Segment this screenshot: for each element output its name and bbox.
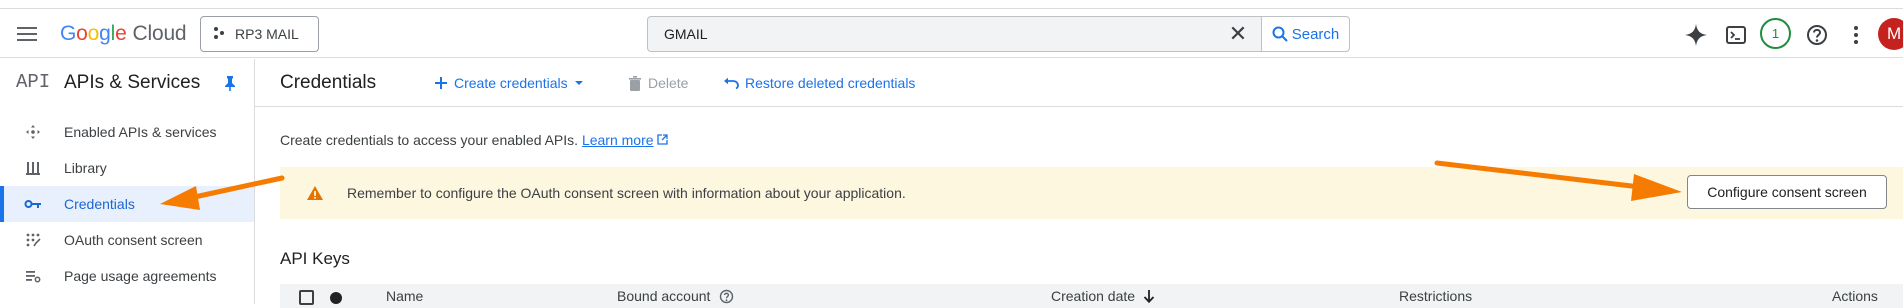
main-menu-icon[interactable] [14, 23, 40, 45]
top-bar: GoogleCloud RP3 MAIL ✕ Search 1 M [0, 8, 1903, 58]
plus-icon [435, 77, 447, 89]
column-bound-account: Bound account [617, 288, 734, 304]
sidebar-item-page-usage[interactable]: Page usage agreements [0, 258, 254, 294]
avatar[interactable]: M [1878, 18, 1903, 50]
search-box: ✕ Search [647, 16, 1350, 52]
help-icon[interactable] [719, 289, 734, 304]
project-picker-button[interactable]: RP3 MAIL [200, 16, 319, 52]
column-creation-date-label: Creation date [1051, 288, 1136, 304]
external-link-icon [657, 134, 669, 145]
create-credentials-button[interactable]: Create credentials [434, 72, 584, 94]
sort-descending-icon [1143, 290, 1155, 303]
column-name[interactable]: Name [386, 288, 423, 304]
sidebar-item-label: OAuth consent screen [64, 232, 203, 248]
column-actions: Actions [1832, 288, 1878, 304]
pin-icon[interactable] [221, 74, 239, 92]
api-keys-heading: API Keys [280, 249, 350, 268]
search-button-label: Search [1291, 25, 1340, 43]
search-input[interactable] [648, 17, 1258, 51]
logo-cloud-text: Cloud [132, 22, 187, 45]
sidebar-item-label: Enabled APIs & services [64, 124, 217, 140]
sidebar-item-label: Credentials [64, 196, 135, 212]
select-all-checkbox[interactable] [299, 290, 314, 305]
sidebar-title: APIs & Services [64, 72, 201, 93]
project-dots-icon [213, 26, 225, 43]
caret-down-icon [574, 81, 583, 85]
sidebar-item-oauth-consent[interactable]: OAuth consent screen [0, 222, 254, 258]
toolbar-divider [255, 106, 1903, 107]
help-icon[interactable] [1804, 22, 1830, 48]
sidebar-item-library[interactable]: Library [0, 150, 254, 186]
notifications-badge[interactable]: 1 [1760, 18, 1791, 49]
key-icon [24, 195, 42, 213]
oauth-warning-banner: Remember to configure the OAuth consent … [280, 167, 1903, 219]
configure-consent-screen-button[interactable]: Configure consent screen [1687, 175, 1887, 209]
warning-icon [306, 184, 324, 202]
trash-icon [629, 75, 641, 91]
settings-list-icon [24, 267, 42, 285]
column-restrictions: Restrictions [1399, 288, 1473, 304]
intro-sentence: Create credentials to access your enable… [280, 132, 579, 148]
search-icon [1272, 26, 1288, 42]
consent-icon [24, 231, 42, 249]
google-cloud-logo[interactable]: Google Cloud [60, 22, 187, 46]
status-column-icon [330, 292, 342, 304]
sidebar-item-label: Library [64, 160, 107, 176]
restore-label: Restore deleted credentials [745, 75, 916, 91]
sidebar: API APIs & Services Enabled APIs & servi… [0, 59, 255, 304]
column-creation-date[interactable]: Creation date [1051, 288, 1155, 304]
search-button[interactable]: Search [1261, 17, 1349, 51]
sidebar-item-label: Page usage agreements [64, 268, 217, 284]
sidebar-item-enabled-apis[interactable]: Enabled APIs & services [0, 114, 254, 150]
library-icon [24, 159, 42, 177]
intro-text: Create credentials to access your enable… [280, 132, 669, 148]
sidebar-item-credentials[interactable]: Credentials [0, 186, 254, 222]
create-credentials-label: Create credentials [454, 75, 568, 91]
delete-button[interactable]: Delete [628, 72, 688, 94]
undo-icon [724, 77, 739, 89]
warning-text: Remember to configure the OAuth consent … [347, 185, 906, 201]
page-title: Credentials [280, 72, 377, 93]
project-name: RP3 MAIL [235, 26, 299, 42]
delete-label: Delete [648, 75, 689, 91]
api-keys-table-header: Name Bound account Creation date Restric… [280, 284, 1903, 308]
restore-deleted-credentials-button[interactable]: Restore deleted credentials [723, 72, 915, 94]
clear-search-icon[interactable]: ✕ [1226, 23, 1250, 47]
learn-more-label: Learn more [581, 132, 654, 148]
gemini-spark-icon[interactable] [1683, 22, 1709, 48]
more-vert-icon[interactable] [1843, 22, 1869, 48]
logo-google-text: Google [60, 22, 127, 45]
api-logo: API [16, 71, 51, 93]
cloud-shell-icon[interactable] [1723, 22, 1749, 48]
learn-more-link[interactable]: Learn more [582, 132, 654, 148]
diamond-arrows-icon [24, 123, 42, 141]
column-bound-account-label: Bound account [617, 288, 711, 304]
